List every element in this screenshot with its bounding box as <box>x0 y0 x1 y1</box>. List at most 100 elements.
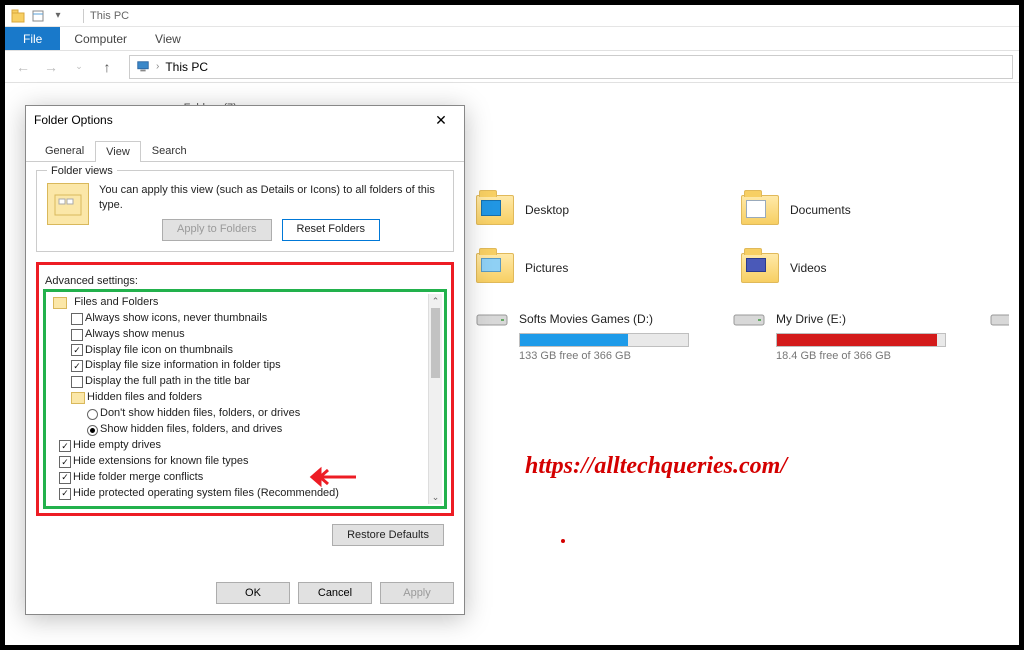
tree-item-label: Hide protected operating system files (R… <box>73 486 339 502</box>
back-button[interactable]: ← <box>11 55 35 79</box>
dialog-tabs: General View Search <box>26 134 464 162</box>
breadcrumb-location[interactable]: This PC <box>165 60 208 74</box>
drive-icon <box>475 309 511 329</box>
checkbox[interactable] <box>71 313 83 325</box>
tree-item[interactable]: Show hidden files, folders, and drives <box>49 422 428 438</box>
folder-views-group: Folder views You can apply this view (su… <box>36 170 454 252</box>
annotation-green-box: Files and Folders Always show icons, nev… <box>43 289 447 509</box>
folder-icon <box>740 251 780 285</box>
qat-dropdown-icon[interactable]: ▾ <box>49 7 67 25</box>
folder-label: Pictures <box>525 261 568 275</box>
scroll-thumb[interactable] <box>431 308 440 378</box>
tree-item-label: Hidden files and folders <box>87 390 202 406</box>
tab-view[interactable]: View <box>95 141 141 162</box>
tree-item[interactable]: ✓ Hide empty drives <box>49 438 428 454</box>
apply-to-folders-button: Apply to Folders <box>162 219 271 241</box>
folder-label: Documents <box>790 203 851 217</box>
folder-pictures[interactable]: Pictures <box>475 251 700 285</box>
folder-views-legend: Folder views <box>47 165 117 177</box>
tree-item[interactable]: Don't show hidden files, folders, or dri… <box>49 406 428 422</box>
tree-item-label: Hide folder merge conflicts <box>73 470 203 486</box>
tree-item[interactable]: ✓ Hide extensions for known file types <box>49 454 428 470</box>
folder-icon <box>475 251 515 285</box>
tree-item[interactable]: ✓ Hide protected operating system files … <box>49 486 428 502</box>
drive-free-text: 133 GB free of 366 GB <box>519 350 692 362</box>
tree-item[interactable]: ✓ Display file icon on thumbnails <box>49 343 428 359</box>
window-title: This PC <box>90 10 129 22</box>
navigation-bar: ← → ⌄ ↑ › This PC <box>5 51 1019 83</box>
tree-item[interactable]: ✓ Hide folder merge conflicts <box>49 470 428 486</box>
dialog-titlebar[interactable]: Folder Options ✕ <box>26 106 464 134</box>
watermark-url: https://alltechqueries.com/ <box>525 453 787 480</box>
checkbox[interactable]: ✓ <box>59 488 71 500</box>
folder-icon <box>53 297 67 309</box>
folder-views-text: You can apply this view (such as Details… <box>99 183 443 213</box>
cancel-button[interactable]: Cancel <box>298 582 372 604</box>
close-button[interactable]: ✕ <box>426 109 456 131</box>
drive-partial[interactable] <box>989 309 1009 362</box>
recent-dropdown-icon[interactable]: ⌄ <box>67 55 91 79</box>
folder-icon <box>740 193 780 227</box>
folder-icon <box>475 193 515 227</box>
tree-item[interactable]: Hidden files and folders <box>49 390 428 406</box>
scroll-up-icon[interactable]: ⌃ <box>429 294 442 308</box>
checkbox[interactable] <box>71 376 83 388</box>
radio[interactable] <box>87 425 98 436</box>
tree-item[interactable]: Display the full path in the title bar <box>49 374 428 390</box>
address-bar[interactable]: › This PC <box>129 55 1013 79</box>
qat-icon-properties[interactable] <box>29 7 47 25</box>
tree-item-label: Always show menus <box>85 327 185 343</box>
tree-item-label: Always show icons, never thumbnails <box>85 311 267 327</box>
tree-item-label: Don't show hidden files, folders, or dri… <box>100 406 300 422</box>
drive-icon <box>732 309 768 329</box>
up-button[interactable]: ↑ <box>95 55 119 79</box>
folder-videos[interactable]: Videos <box>740 251 965 285</box>
checkbox[interactable]: ✓ <box>71 360 83 372</box>
tree-item[interactable]: ✓ Display file size information in folde… <box>49 358 428 374</box>
folder-documents[interactable]: Documents <box>740 193 965 227</box>
annotation-red-box: Advanced settings: Files and Folders Alw… <box>36 262 454 516</box>
drive-d[interactable]: Softs Movies Games (D:) 133 GB free of 3… <box>475 309 692 362</box>
folder-desktop[interactable]: Desktop <box>475 193 700 227</box>
scrollbar[interactable]: ⌃ ⌄ <box>428 294 442 504</box>
qat-icon-explorer[interactable] <box>9 7 27 25</box>
folder-views-icon <box>47 183 89 225</box>
tree-item-label: Show hidden files, folders, and drives <box>100 422 282 438</box>
folders-grid: Desktop Documents Pictures Videos <box>475 193 1009 386</box>
tab-search[interactable]: Search <box>141 140 198 161</box>
advanced-settings-tree[interactable]: Files and Folders Always show icons, nev… <box>49 295 428 503</box>
dialog-title: Folder Options <box>34 113 113 127</box>
drive-e[interactable]: My Drive (E:) 18.4 GB free of 366 GB <box>732 309 949 362</box>
pc-icon <box>136 60 150 74</box>
tab-computer[interactable]: Computer <box>60 27 141 50</box>
tree-item[interactable]: Always show menus <box>49 327 428 343</box>
drive-usage-bar <box>776 333 946 347</box>
title-bar: ▾ This PC <box>5 5 1019 27</box>
drive-label-text: Softs Movies Games (D:) <box>519 312 653 326</box>
checkbox[interactable]: ✓ <box>59 456 71 468</box>
folder-options-dialog: Folder Options ✕ General View Search Fol… <box>25 105 465 615</box>
radio[interactable] <box>87 409 98 420</box>
scroll-down-icon[interactable]: ⌄ <box>429 490 442 504</box>
drive-usage-bar <box>519 333 689 347</box>
tree-root: Files and Folders <box>49 295 428 311</box>
tree-item-label: Display the full path in the title bar <box>85 374 250 390</box>
drive-label-text: My Drive (E:) <box>776 312 846 326</box>
tab-view[interactable]: View <box>141 27 195 50</box>
tree-item-label: Display file size information in folder … <box>85 358 281 374</box>
checkbox[interactable]: ✓ <box>59 440 71 452</box>
tab-general[interactable]: General <box>34 140 95 161</box>
restore-defaults-button[interactable]: Restore Defaults <box>332 524 444 546</box>
tree-item-label: Display file icon on thumbnails <box>85 343 233 359</box>
file-tab[interactable]: File <box>5 27 60 50</box>
drive-free-text: 18.4 GB free of 366 GB <box>776 350 949 362</box>
reset-folders-button[interactable]: Reset Folders <box>282 219 380 241</box>
explorer-window: ▾ This PC File Computer View ← → ⌄ ↑ › T… <box>4 4 1020 646</box>
ok-button[interactable]: OK <box>216 582 290 604</box>
tree-item[interactable]: Always show icons, never thumbnails <box>49 311 428 327</box>
checkbox[interactable]: ✓ <box>59 472 71 484</box>
checkbox[interactable]: ✓ <box>71 344 83 356</box>
folder-icon <box>71 392 85 404</box>
apply-button: Apply <box>380 582 454 604</box>
checkbox[interactable] <box>71 329 83 341</box>
